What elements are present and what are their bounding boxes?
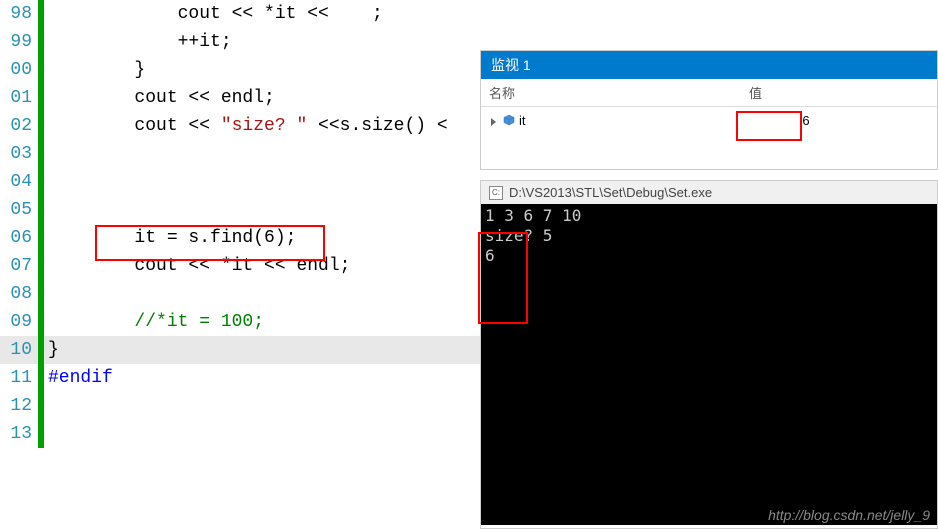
line-number: 07: [0, 252, 38, 280]
code-line[interactable]: 98 cout << *it << ;: [0, 0, 480, 28]
code-line[interactable]: 03: [0, 140, 480, 168]
watch-row[interactable]: it 6: [481, 107, 937, 133]
expand-icon[interactable]: [489, 115, 499, 125]
code-content[interactable]: [44, 140, 480, 168]
code-content[interactable]: //*it = 100;: [44, 308, 480, 336]
watch-var-value: 6: [741, 111, 871, 130]
console-window: C: D:\VS2013\STL\Set\Debug\Set.exe 1 3 6…: [480, 180, 938, 529]
code-content[interactable]: }: [44, 56, 480, 84]
console-path: D:\VS2013\STL\Set\Debug\Set.exe: [509, 185, 712, 200]
code-line[interactable]: 08: [0, 280, 480, 308]
code-line[interactable]: 07 cout << *it << endl;: [0, 252, 480, 280]
code-line[interactable]: 02 cout << "size? " <<s.size() <: [0, 112, 480, 140]
code-line[interactable]: 09 //*it = 100;: [0, 308, 480, 336]
console-app-icon: C:: [489, 186, 503, 200]
watch-col-name: 名称: [481, 79, 741, 106]
watermark: http://blog.csdn.net/jelly_9: [768, 507, 930, 523]
line-number: 06: [0, 224, 38, 252]
code-content[interactable]: cout << "size? " <<s.size() <: [44, 112, 480, 140]
code-line[interactable]: 13: [0, 420, 480, 448]
line-number: 05: [0, 196, 38, 224]
code-content[interactable]: [44, 168, 480, 196]
code-content[interactable]: }: [44, 336, 480, 364]
code-line[interactable]: 99 ++it;: [0, 28, 480, 56]
code-content[interactable]: [44, 420, 480, 448]
line-number: 01: [0, 84, 38, 112]
code-line[interactable]: 11#endif: [0, 364, 480, 392]
console-title-bar: C: D:\VS2013\STL\Set\Debug\Set.exe: [481, 181, 937, 204]
line-number: 09: [0, 308, 38, 336]
code-line[interactable]: 04: [0, 168, 480, 196]
watch-title: 监视 1: [481, 51, 937, 79]
line-number: 03: [0, 140, 38, 168]
watch-header: 名称 值: [481, 79, 937, 107]
code-content[interactable]: #endif: [44, 364, 480, 392]
console-output: 1 3 6 7 10 size? 5 6: [481, 204, 937, 525]
code-content[interactable]: ++it;: [44, 28, 480, 56]
code-line[interactable]: 05: [0, 196, 480, 224]
line-number: 10: [0, 336, 38, 364]
line-number: 99: [0, 28, 38, 56]
line-number: 11: [0, 364, 38, 392]
code-content[interactable]: [44, 392, 480, 420]
code-content[interactable]: [44, 280, 480, 308]
line-number: 13: [0, 420, 38, 448]
code-content[interactable]: [44, 196, 480, 224]
line-number: 00: [0, 56, 38, 84]
code-line[interactable]: 00 }: [0, 56, 480, 84]
line-number: 12: [0, 392, 38, 420]
watch-var-name: it: [519, 113, 526, 128]
line-number: 98: [0, 0, 38, 28]
line-number: 02: [0, 112, 38, 140]
code-editor[interactable]: 98 cout << *it << ;99 ++it;00 }01 cout <…: [0, 0, 480, 529]
code-line[interactable]: 10}: [0, 336, 480, 364]
watch-panel: 监视 1 名称 值 it 6: [480, 50, 938, 170]
code-line[interactable]: 12: [0, 392, 480, 420]
watch-col-value: 值: [741, 79, 871, 106]
code-content[interactable]: it = s.find(6);: [44, 224, 480, 252]
code-content[interactable]: cout << *it << endl;: [44, 252, 480, 280]
code-line[interactable]: 06 it = s.find(6);: [0, 224, 480, 252]
code-line[interactable]: 01 cout << endl;: [0, 84, 480, 112]
line-number: 08: [0, 280, 38, 308]
code-content[interactable]: cout << endl;: [44, 84, 480, 112]
line-number: 04: [0, 168, 38, 196]
variable-icon: [503, 114, 515, 126]
code-content[interactable]: cout << *it << ;: [44, 0, 480, 28]
